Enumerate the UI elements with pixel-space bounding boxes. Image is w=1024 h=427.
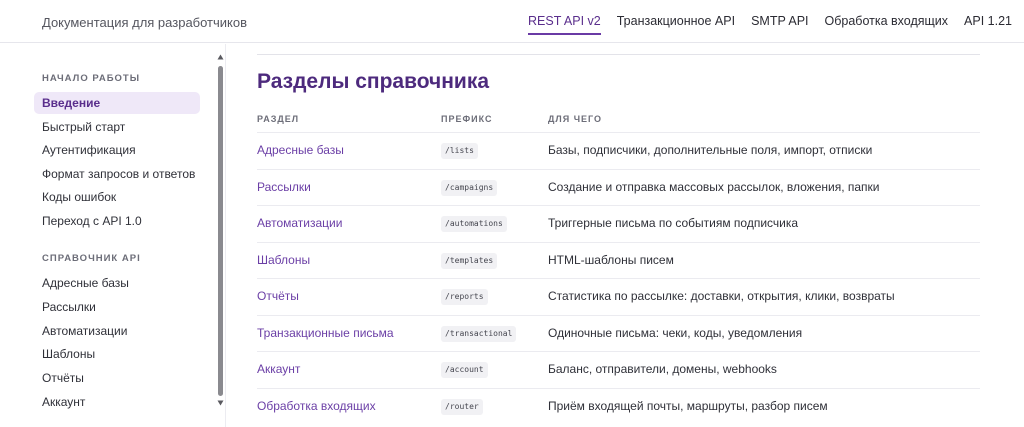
prefix-code: /automations — [441, 216, 507, 232]
sidebar-item-migration[interactable]: Переход с API 1.0 — [34, 210, 200, 232]
prefix-code: /account — [441, 362, 488, 378]
sidebar-item-automations[interactable]: Автоматизации — [34, 320, 200, 342]
column-header-section: РАЗДЕЛ — [257, 114, 300, 124]
section-link[interactable]: Адресные базы — [257, 143, 344, 157]
sidebar-item-templates[interactable]: Шаблоны — [34, 343, 200, 365]
top-nav-inbound-processing[interactable]: Обработка входящих — [825, 0, 949, 43]
column-header-purpose: ДЛЯ ЧЕГО — [548, 114, 603, 124]
column-header-prefix: ПРЕФИКС — [441, 114, 493, 124]
table-row: Обработка входящих /router Приём входяще… — [257, 387, 980, 425]
table-row: Рассылки /campaigns Создание и отправка … — [257, 168, 980, 206]
table-row: Аккаунт /account Баланс, отправители, до… — [257, 351, 980, 388]
sidebar-item-request-format[interactable]: Формат запросов и ответов — [34, 163, 200, 185]
top-nav-smtp-api[interactable]: SMTP API — [751, 0, 808, 43]
section-link[interactable]: Обработка входящих — [257, 399, 376, 413]
section-link[interactable]: Аккаунт — [257, 362, 300, 376]
scroll-up-arrow-icon[interactable] — [217, 54, 224, 60]
sidebar-section-title-api-reference: СПРАВОЧНИК API — [42, 253, 141, 264]
page-title: Разделы справочника — [257, 70, 490, 93]
sidebar-item-error-codes[interactable]: Коды ошибок — [34, 186, 200, 208]
top-divider — [257, 54, 980, 55]
sidebar: НАЧАЛО РАБОТЫ Введение Быстрый старт Аут… — [0, 44, 226, 427]
sidebar-scrollbar-thumb[interactable] — [218, 66, 223, 396]
table-row: Шаблоны /templates HTML-шаблоны писем — [257, 241, 980, 279]
sidebar-item-account[interactable]: Аккаунт — [34, 391, 200, 413]
scroll-down-arrow-icon[interactable] — [217, 400, 224, 406]
table-row: Автоматизации /automations Триггерные пи… — [257, 205, 980, 242]
top-nav-api-1-21[interactable]: API 1.21 — [964, 0, 1012, 43]
section-link[interactable]: Автоматизации — [257, 216, 342, 230]
section-link[interactable]: Рассылки — [257, 180, 311, 194]
table-row: Транзакционные письма /transactional Оди… — [257, 314, 980, 352]
section-description: Статистика по рассылке: доставки, открыт… — [548, 289, 895, 303]
sidebar-item-lists[interactable]: Адресные базы — [34, 272, 200, 294]
section-link[interactable]: Отчёты — [257, 289, 299, 303]
prefix-code: /lists — [441, 143, 478, 159]
main-content: Разделы справочника РАЗДЕЛ ПРЕФИКС ДЛЯ Ч… — [227, 44, 1024, 427]
section-description: Триггерные письма по событиям подписчика — [548, 216, 799, 230]
top-nav-rest-api-v2[interactable]: REST API v2 — [528, 0, 601, 43]
sidebar-section-title-getting-started: НАЧАЛО РАБОТЫ — [42, 73, 141, 84]
table-row: Адресные базы /lists Базы, подписчики, д… — [257, 132, 980, 169]
top-nav: REST API v2 Транзакционное API SMTP API … — [512, 0, 1012, 43]
section-description: Базы, подписчики, дополнительные поля, и… — [548, 143, 873, 157]
section-description: HTML-шаблоны писем — [548, 252, 674, 267]
sidebar-scrollbar[interactable] — [217, 54, 224, 406]
section-link[interactable]: Шаблоны — [257, 253, 310, 267]
table-row: Отчёты /reports Статистика по рассылке: … — [257, 278, 980, 315]
sidebar-item-campaigns[interactable]: Рассылки — [34, 296, 200, 318]
section-description: Приём входящей почты, маршруты, разбор п… — [548, 398, 828, 413]
sidebar-item-reports[interactable]: Отчёты — [34, 367, 200, 389]
sidebar-item-quick-start[interactable]: Быстрый старт — [34, 116, 200, 138]
sidebar-item-introduction[interactable]: Введение — [34, 92, 200, 114]
prefix-code: /router — [441, 398, 483, 415]
site-brand[interactable]: Документация для разработчиков — [42, 15, 247, 30]
sidebar-item-authentication[interactable]: Аутентификация — [34, 139, 200, 161]
prefix-code: /transactional — [441, 325, 517, 342]
section-description: Баланс, отправители, домены, webhooks — [548, 362, 777, 376]
prefix-code: /campaigns — [441, 179, 498, 196]
section-description: Одиночные письма: чеки, коды, уведомлени… — [548, 325, 803, 340]
section-description: Создание и отправка массовых рассылок, в… — [548, 179, 880, 194]
top-bar: Документация для разработчиков REST API … — [0, 0, 1024, 43]
section-link[interactable]: Транзакционные письма — [257, 326, 394, 340]
prefix-code: /templates — [441, 252, 498, 269]
top-nav-transactional-api[interactable]: Транзакционное API — [617, 0, 735, 43]
prefix-code: /reports — [441, 289, 488, 305]
